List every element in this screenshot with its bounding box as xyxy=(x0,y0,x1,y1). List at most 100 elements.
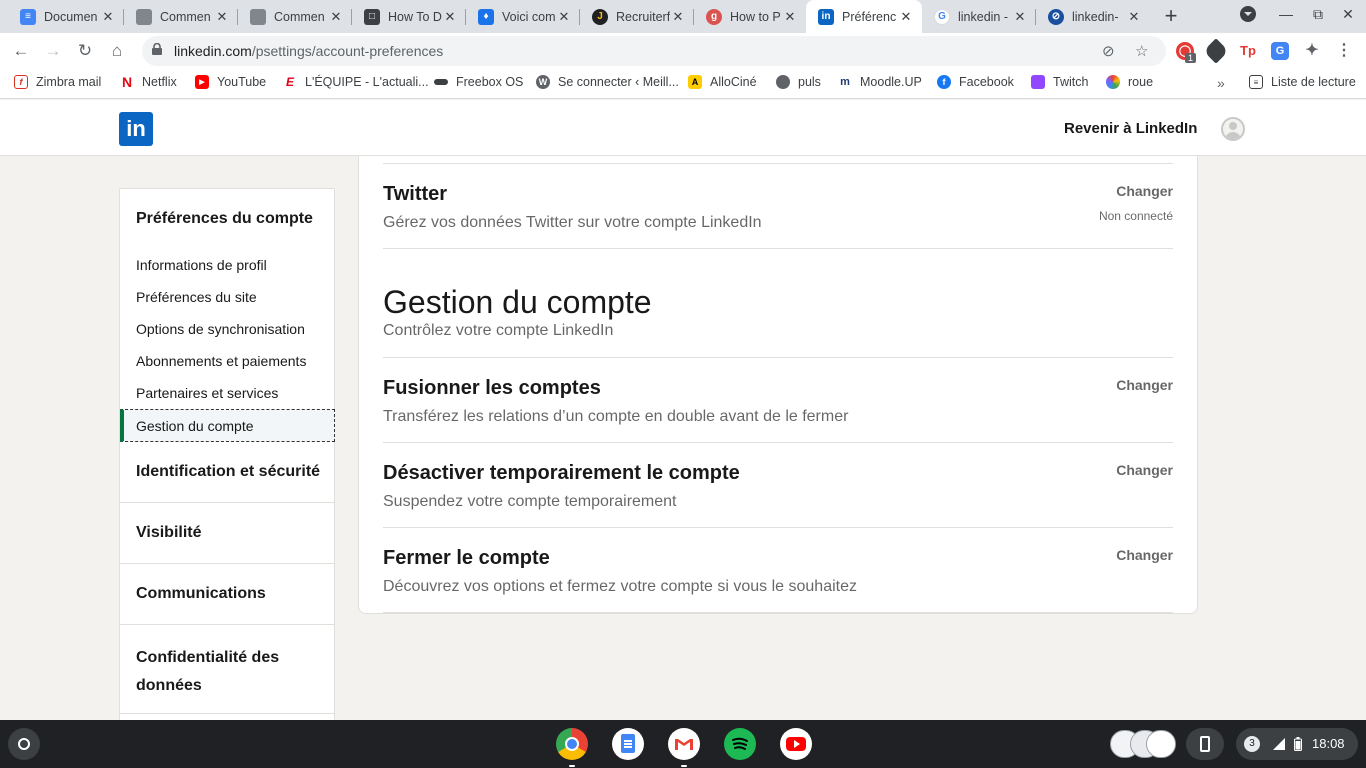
bookmark-zimbra[interactable]: f Zimbra mail xyxy=(14,75,101,89)
spotify-icon[interactable] xyxy=(724,728,756,760)
close-icon[interactable]: ✕ xyxy=(898,9,914,25)
tab-docs[interactable]: ≡ Documen ✕ xyxy=(8,0,124,33)
tab-linkedin-preferences[interactable]: in Préférenc ✕ xyxy=(806,0,922,33)
youtube-icon: ▶ xyxy=(195,75,209,89)
phone-hub-icon[interactable] xyxy=(1186,728,1224,760)
back-to-linkedin-link[interactable]: Revenir à LinkedIn xyxy=(1064,120,1197,137)
status-text: Non connecté xyxy=(1098,209,1173,223)
setting-row-deactivate[interactable]: Désactiver temporairement le compte Susp… xyxy=(383,462,1173,511)
settings-sidebar: Préférences du compte Informations de pr… xyxy=(119,188,335,728)
extensions-puzzle-icon[interactable]: ✦ xyxy=(1303,42,1321,60)
bookmark-facebook[interactable]: f Facebook xyxy=(937,75,1014,89)
zimbra-icon: f xyxy=(14,75,28,89)
forward-icon[interactable]: → xyxy=(42,40,64,62)
change-button[interactable]: Changer xyxy=(1116,462,1173,478)
bookmark-netflix[interactable]: N Netflix xyxy=(120,74,177,90)
linkedin-logo[interactable]: in xyxy=(119,112,153,146)
lequipe-icon: E xyxy=(283,75,297,89)
linkedin-icon: in xyxy=(818,8,834,25)
running-indicator xyxy=(569,765,575,767)
close-icon[interactable]: ✕ xyxy=(556,9,572,25)
tab-strip: ≡ Documen ✕ Commen ✕ Commen ✕ □ How To D… xyxy=(0,0,1366,33)
setting-row-merge-accounts[interactable]: Fusionner les comptes Transférez les rel… xyxy=(383,377,1173,426)
tab-howto[interactable]: □ How To D ✕ xyxy=(352,0,466,33)
tab-linkedin-2[interactable]: ⊘ linkedin- ✕ xyxy=(1036,0,1150,33)
holding-space-thumbnails[interactable] xyxy=(1110,730,1176,758)
tab-search-icon[interactable] xyxy=(1238,5,1258,26)
docs-icon: ≡ xyxy=(20,8,36,25)
more-bookmarks-icon[interactable]: » xyxy=(1217,75,1225,91)
close-icon[interactable]: ✕ xyxy=(782,9,798,25)
translate-extension-icon[interactable]: G xyxy=(1271,42,1289,60)
bookmark-moodle[interactable]: m Moodle.UP xyxy=(838,75,922,89)
clock: 18:08 xyxy=(1312,736,1345,751)
close-icon[interactable]: ✕ xyxy=(670,9,686,25)
tab-voici[interactable]: ♦ Voici com ✕ xyxy=(466,0,580,33)
sidebar-section-account-preferences[interactable]: Préférences du compte xyxy=(136,210,313,228)
sidebar-section-security[interactable]: Identification et sécurité xyxy=(136,463,320,481)
bookmark-roue[interactable]: roue xyxy=(1106,75,1153,89)
launcher-icon[interactable] xyxy=(8,728,40,760)
tab-google-linkedin[interactable]: G linkedin - ✕ xyxy=(922,0,1036,33)
docs-icon[interactable] xyxy=(612,728,644,760)
reading-list-button[interactable]: ≡ Liste de lecture xyxy=(1249,75,1356,89)
window-close-icon[interactable]: ✕ xyxy=(1338,6,1358,23)
sidebar-section-visibility[interactable]: Visibilité xyxy=(136,524,202,542)
eye-off-icon[interactable]: ⊘ xyxy=(1102,42,1115,60)
restore-icon[interactable]: ⧉ xyxy=(1308,6,1328,23)
address-bar[interactable]: linkedin.com/psettings/account-preferenc… xyxy=(142,36,1166,66)
change-button[interactable]: Changer xyxy=(1116,183,1173,199)
close-icon[interactable]: ✕ xyxy=(100,9,116,25)
bookmark-twitch[interactable]: Twitch xyxy=(1031,75,1088,89)
tab-howto-p[interactable]: g How to P ✕ xyxy=(694,0,806,33)
sidebar-item-profile-info[interactable]: Informations de profil xyxy=(120,249,334,281)
minimize-icon[interactable]: — xyxy=(1276,6,1296,22)
change-button[interactable]: Changer xyxy=(1116,547,1173,563)
sidebar-item-subscriptions[interactable]: Abonnements et paiements xyxy=(120,345,334,377)
reload-icon[interactable]: ↻ xyxy=(74,40,96,62)
g-icon: g xyxy=(706,8,722,25)
divider xyxy=(120,502,334,503)
new-tab-button[interactable]: + xyxy=(1160,4,1182,28)
bookmark-wordpress[interactable]: W Se connecter ‹ Meill... xyxy=(536,75,679,89)
change-button[interactable]: Changer xyxy=(1116,377,1173,393)
system-tray[interactable]: 3 18:08 xyxy=(1236,728,1358,760)
google-icon: G xyxy=(934,8,950,25)
bookmark-puls[interactable]: puls xyxy=(776,75,821,89)
chrome-icon[interactable] xyxy=(556,728,588,760)
tp-extension-icon[interactable]: Tp xyxy=(1239,42,1257,60)
tab-comment-2[interactable]: Commen ✕ xyxy=(238,0,352,33)
avatar[interactable] xyxy=(1221,117,1245,141)
setting-row-close-account[interactable]: Fermer le compte Découvrez vos options e… xyxy=(383,547,1173,596)
bookmark-lequipe[interactable]: E L'ÉQUIPE - L'actuali... xyxy=(283,75,429,89)
close-icon[interactable]: ✕ xyxy=(214,9,230,25)
sidebar-section-data-privacy[interactable]: Confidentialité des données xyxy=(136,644,286,700)
sidebar-item-sync-options[interactable]: Options de synchronisation xyxy=(120,313,334,345)
home-icon[interactable]: ⌂ xyxy=(106,40,128,62)
youtube-icon[interactable] xyxy=(780,728,812,760)
sidebar-item-account-management[interactable]: Gestion du compte xyxy=(120,409,335,442)
close-icon[interactable]: ✕ xyxy=(442,9,458,25)
bookmark-youtube[interactable]: ▶ YouTube xyxy=(195,75,266,89)
sidebar-section-communications[interactable]: Communications xyxy=(136,585,266,603)
bookmark-allocine[interactable]: A AlloCiné xyxy=(688,75,757,89)
extension-badge: 1 xyxy=(1185,53,1197,63)
close-icon[interactable]: ✕ xyxy=(1126,9,1142,25)
menu-kebab-icon[interactable]: ⋮ xyxy=(1335,42,1353,60)
browser-toolbar: ← → ↻ ⌂ linkedin.com/psettings/account-p… xyxy=(0,33,1366,69)
tab-recruiter[interactable]: J Recruiterf ✕ xyxy=(580,0,694,33)
tag-extension-icon[interactable] xyxy=(1203,38,1229,64)
back-icon[interactable]: ← xyxy=(10,40,32,62)
sidebar-item-site-preferences[interactable]: Préférences du site xyxy=(120,281,334,313)
bookmark-freebox[interactable]: Freebox OS xyxy=(434,75,523,89)
os-shelf: 3 18:08 xyxy=(0,720,1366,768)
divider xyxy=(383,612,1173,613)
close-icon[interactable]: ✕ xyxy=(1012,9,1028,25)
sidebar-item-partners[interactable]: Partenaires et services xyxy=(120,377,334,409)
tab-comment-1[interactable]: Commen ✕ xyxy=(124,0,238,33)
setting-row-twitter[interactable]: Twitter Gérez vos données Twitter sur vo… xyxy=(383,183,1173,232)
bookmark-star-icon[interactable]: ☆ xyxy=(1135,42,1148,60)
wordpress-icon: W xyxy=(536,75,550,89)
gmail-icon[interactable] xyxy=(668,728,700,760)
close-icon[interactable]: ✕ xyxy=(328,9,344,25)
